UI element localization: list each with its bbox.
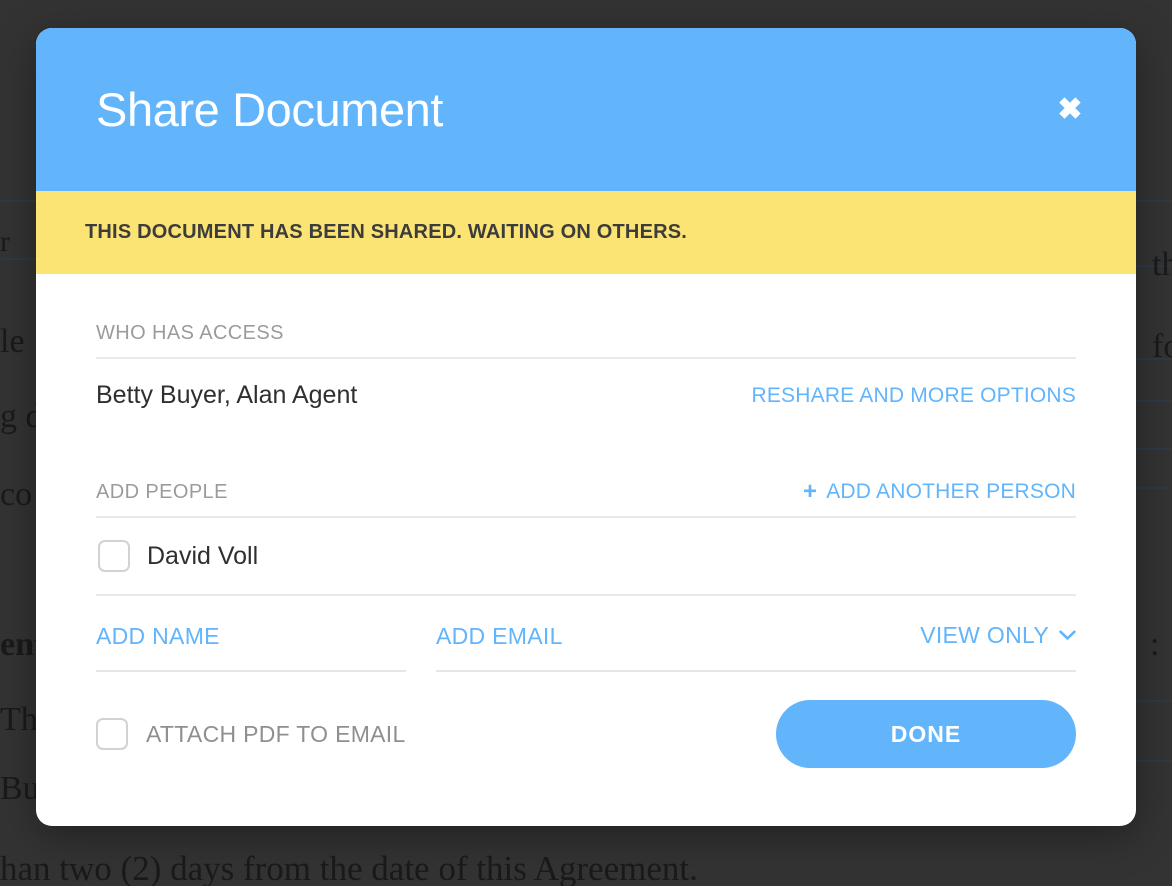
permission-selected-label: VIEW ONLY	[920, 622, 1049, 648]
document-text-fragment: fo	[1152, 328, 1172, 365]
modal-footer: ATTACH PDF TO EMAIL DONE	[96, 700, 1076, 826]
add-people-header: ADD PEOPLE + ADD ANOTHER PERSON	[96, 480, 1076, 518]
document-rule	[0, 258, 36, 260]
who-has-access-section: WHO HAS ACCESS Betty Buyer, Alan Agent R…	[96, 322, 1076, 410]
document-rule	[1136, 200, 1172, 202]
document-rule	[1136, 700, 1172, 702]
add-name-input[interactable]	[96, 623, 406, 650]
document-rule	[1136, 448, 1172, 450]
page-title: Share Document	[96, 83, 444, 136]
add-people-section: ADD PEOPLE + ADD ANOTHER PERSON David Vo…	[96, 480, 1076, 672]
modal-header: Share Document ✖	[36, 28, 1136, 191]
add-email-input[interactable]	[436, 623, 766, 650]
attach-pdf-checkbox[interactable]	[96, 718, 128, 750]
person-name: David Voll	[147, 541, 259, 570]
add-email-field: VIEW ONLY	[436, 622, 1076, 672]
close-icon[interactable]: ✖	[1048, 88, 1092, 132]
who-has-access-row: Betty Buyer, Alan Agent RESHARE AND MORE…	[96, 381, 1076, 410]
document-rule	[1136, 487, 1172, 489]
reshare-and-more-options-button[interactable]: RESHARE AND MORE OPTIONS	[751, 384, 1076, 408]
add-another-person-label: ADD ANOTHER PERSON	[826, 480, 1076, 503]
who-has-access-label: WHO HAS ACCESS	[96, 322, 284, 344]
attach-pdf-label: ATTACH PDF TO EMAIL	[146, 720, 406, 747]
document-text-fragment: han two (2) days from the date of this A…	[0, 849, 698, 886]
document-rule	[1136, 400, 1172, 402]
new-person-input-row: VIEW ONLY	[96, 622, 1076, 672]
person-checkbox[interactable]	[98, 540, 130, 572]
permission-dropdown[interactable]: VIEW ONLY	[920, 622, 1076, 650]
document-text-fragment: Bu	[0, 770, 40, 807]
list-item: David Voll	[96, 518, 1076, 596]
add-name-field	[96, 623, 406, 672]
chevron-down-icon	[1059, 627, 1076, 644]
document-rule	[1136, 760, 1172, 762]
access-names: Betty Buyer, Alan Agent	[96, 381, 358, 409]
document-text-fragment: r	[0, 225, 10, 258]
modal-body: WHO HAS ACCESS Betty Buyer, Alan Agent R…	[36, 274, 1136, 826]
document-text-fragment: Th	[0, 701, 38, 738]
share-document-modal: Share Document ✖ THIS DOCUMENT HAS BEEN …	[36, 28, 1136, 826]
add-people-label: ADD PEOPLE	[96, 481, 228, 503]
done-button[interactable]: DONE	[776, 700, 1076, 768]
add-another-person-button[interactable]: + ADD ANOTHER PERSON	[803, 480, 1076, 504]
status-banner-text: THIS DOCUMENT HAS BEEN SHARED. WAITING O…	[85, 221, 688, 243]
attach-pdf-group: ATTACH PDF TO EMAIL	[96, 718, 406, 750]
plus-icon: +	[802, 478, 818, 505]
who-has-access-header: WHO HAS ACCESS	[96, 322, 1076, 359]
document-text-fragment: :	[1150, 626, 1160, 663]
document-text-fragment: co	[0, 476, 33, 513]
document-text-fragment: le	[0, 323, 25, 360]
document-text-fragment: th	[1152, 246, 1172, 283]
document-rule	[0, 200, 36, 202]
status-banner: THIS DOCUMENT HAS BEEN SHARED. WAITING O…	[36, 191, 1136, 274]
